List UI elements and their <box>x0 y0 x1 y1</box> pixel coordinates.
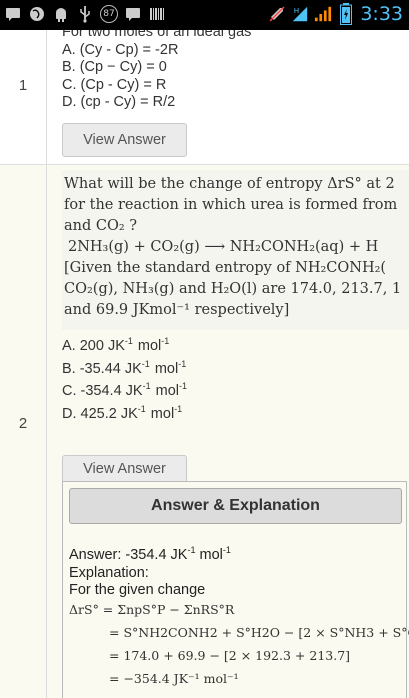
mute-icon <box>268 4 286 24</box>
question-line: [Given the standard entropy of NH₂CONH₂( <box>64 260 387 276</box>
answer-explanation-panel: Answer & Explanation Answer: -354.4 JK-1… <box>62 481 409 698</box>
view-answer-button[interactable]: View Answer <box>62 123 187 157</box>
chat-icon <box>4 4 22 24</box>
question-options: For two moles of an ideal gas A. (Cy - C… <box>62 30 251 112</box>
table-row: 1 For two moles of an ideal gas A. (Cy -… <box>0 30 409 165</box>
option-b: B. (Cp − Cy) = 0 <box>62 59 167 75</box>
barcode-icon <box>148 4 166 24</box>
option-d: D. 425.2 JK-1 mol-1 <box>62 403 183 422</box>
question-list[interactable]: 1 For two moles of an ideal gas A. (Cy -… <box>0 30 409 698</box>
clock: 3:33 <box>360 3 403 25</box>
question-line: for the reaction in which urea is formed… <box>64 197 398 213</box>
column-divider <box>46 30 47 164</box>
data-signal-icon: H <box>291 4 309 24</box>
battery-icon <box>337 3 355 25</box>
question-line: and 69.9 JKmol⁻¹ respectively] <box>64 302 290 318</box>
option-c: C. (Cp - Cy) = R <box>62 76 167 93</box>
option-b: B. -35.44 JK-1 mol-1 <box>62 358 187 377</box>
option-c: C. -354.4 JK-1 mol-1 <box>62 381 188 399</box>
question-options: A. 200 JK-1 mol-1 B. -35.44 JK-1 mol-1 C… <box>62 333 188 423</box>
explanation-working: ΔrS° = ΣnpS°P − ΣnRS°R = S°NH2CONH2 + S°… <box>69 598 409 690</box>
view-answer-button[interactable]: View Answer <box>62 455 187 481</box>
chat-icon <box>124 4 142 24</box>
globe-icon <box>28 4 46 24</box>
signal-bars-icon <box>314 4 332 24</box>
reaction-equation: 2NH₃(g) + CO₂(g) ⟶ NH₂CONH₂(aq) + H <box>68 239 379 255</box>
working-line: = S°NH2CONH2 + S°H2O − [2 × S°NH3 + S°CO… <box>109 625 409 640</box>
column-divider <box>46 165 47 698</box>
status-bar: 87 H 3:33 <box>0 0 409 30</box>
notification-badge-icon: 87 <box>100 4 118 24</box>
question-line: and CO₂ ? <box>64 218 138 234</box>
system-icons: H 3:33 <box>268 3 403 25</box>
answer-text: Answer: -354.4 JK-1 mol-1 Explanation: F… <box>69 542 231 600</box>
explanation-label: Explanation: <box>69 564 149 581</box>
option-a: A. 200 JK-1 mol-1 <box>62 336 170 354</box>
notification-icons: 87 <box>4 4 166 24</box>
working-line: = 174.0 + 69.9 − [2 × 192.3 + 213.7] <box>109 648 351 663</box>
working-line: = −354.4 JK⁻¹ mol⁻¹ <box>109 671 239 686</box>
explanation-intro: For the given change <box>69 582 206 598</box>
question-number: 2 <box>18 415 28 432</box>
question-line: What will be the change of entropy ΔrS° … <box>64 176 395 192</box>
svg-text:H: H <box>294 6 299 15</box>
working-line: ΔrS° = ΣnpS°P − ΣnRS°R <box>69 602 235 617</box>
android-icon <box>52 4 70 24</box>
question-line: CO₂(g), NH₃(g) and H₂O(l) are 174.0, 213… <box>64 281 402 297</box>
answer-line: Answer: -354.4 JK-1 mol-1 <box>69 545 231 563</box>
question-image: What will be the change of entropy ΔrS° … <box>62 170 409 330</box>
usb-icon <box>76 4 94 24</box>
option-d: D. (cp - Cy) = R/2 <box>62 94 176 110</box>
answer-explanation-header[interactable]: Answer & Explanation <box>69 488 402 524</box>
question-stem: For two moles of an ideal gas <box>62 30 252 40</box>
table-row: 2 What will be the change of entropy ΔrS… <box>0 165 409 698</box>
option-a: A. (Cy - Cp) = -2R <box>62 41 179 58</box>
question-number: 1 <box>18 77 28 94</box>
